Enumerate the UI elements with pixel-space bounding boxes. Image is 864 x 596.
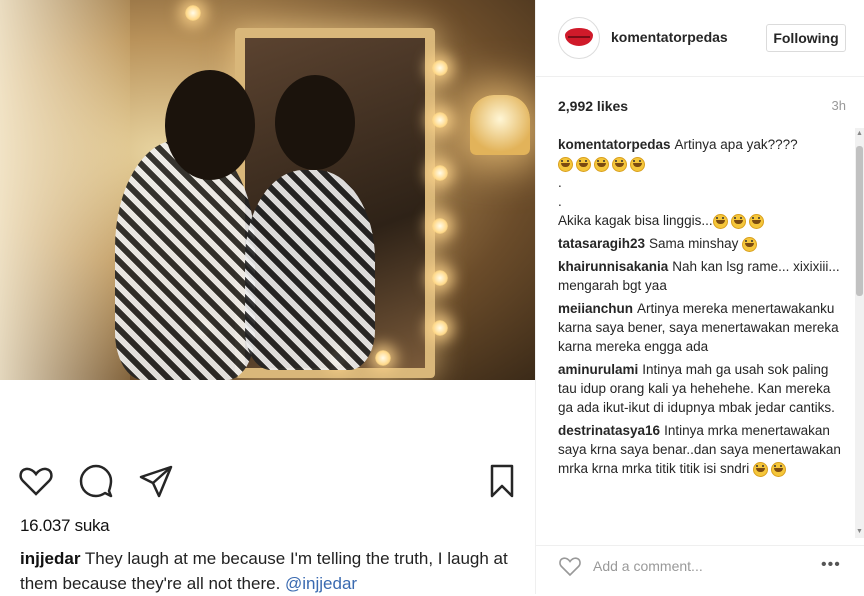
photo-bulb bbox=[432, 60, 448, 76]
photo-hair bbox=[165, 70, 255, 180]
comment-username[interactable]: aminurulami bbox=[558, 362, 638, 377]
caption-mention[interactable]: @injjedar bbox=[285, 574, 357, 593]
comment-username[interactable]: khairunnisakania bbox=[558, 259, 668, 274]
list-item: aminurulami Intinya mah ga usah sok palin… bbox=[558, 360, 848, 417]
comment-text: Sama minshay bbox=[649, 236, 739, 251]
post-media-column: 16.037 suka injjedar They laugh at me be… bbox=[0, 0, 535, 594]
following-button[interactable]: Following bbox=[766, 24, 846, 52]
comment-text: Akika kagak bisa linggis... bbox=[558, 213, 713, 228]
comment-username[interactable]: destrinatasya16 bbox=[558, 423, 660, 438]
crying-face-icon bbox=[712, 213, 728, 229]
post-caption: injjedar They laugh at me because I'm te… bbox=[20, 546, 525, 596]
photo-bulb bbox=[375, 350, 391, 366]
photo-bulb bbox=[432, 218, 448, 234]
bookmark-icon[interactable] bbox=[484, 463, 520, 499]
photo-bulb bbox=[185, 5, 201, 21]
scroll-up-icon[interactable]: ▲ bbox=[856, 130, 863, 138]
caption-text: They laugh at me because I'm telling the… bbox=[20, 549, 508, 593]
crying-face-icon bbox=[558, 156, 573, 172]
list-item: komentatorpedas Artinya apa yak???? . . A… bbox=[558, 135, 848, 230]
laughing-face-icon bbox=[771, 461, 787, 477]
comments-panel: komentatorpedas Following 2,992 likes 3h… bbox=[536, 0, 864, 594]
crying-face-icon bbox=[594, 156, 609, 172]
add-comment-bar: Add a comment... ••• bbox=[536, 545, 864, 595]
photo-reflection-hair bbox=[275, 75, 355, 170]
laughing-face-icon bbox=[742, 236, 758, 252]
scroll-down-icon[interactable]: ▼ bbox=[856, 528, 863, 536]
list-item: khairunnisakania Nah kan lsg rame... xixi… bbox=[558, 257, 848, 295]
list-item: meiianchun Artinya mereka menertawakanku … bbox=[558, 299, 848, 356]
comment-text: . bbox=[558, 194, 562, 209]
crying-face-icon bbox=[748, 213, 764, 229]
list-item: tatasaragih23 Sama minshay bbox=[558, 234, 848, 253]
comment-username[interactable]: tatasaragih23 bbox=[558, 236, 645, 251]
scrollbar-thumb[interactable] bbox=[856, 146, 863, 296]
avatar[interactable] bbox=[558, 17, 600, 59]
post-time: 3h bbox=[831, 98, 846, 113]
heart-icon[interactable] bbox=[558, 554, 582, 578]
comment-username[interactable]: meiianchun bbox=[558, 301, 633, 316]
more-options-icon[interactable]: ••• bbox=[821, 556, 841, 574]
post-photo[interactable] bbox=[0, 0, 535, 380]
post-likes-count: 16.037 suka bbox=[20, 516, 110, 535]
photo-reflection bbox=[245, 170, 375, 370]
comment-username[interactable]: komentatorpedas bbox=[558, 137, 671, 152]
photo-bulb bbox=[432, 165, 448, 181]
crying-face-icon bbox=[576, 156, 591, 172]
post-header: komentatorpedas Following bbox=[536, 0, 864, 77]
comment-text: Artinya apa yak???? bbox=[674, 137, 798, 152]
crying-face-icon bbox=[730, 213, 746, 229]
photo-figure bbox=[115, 140, 255, 380]
header-username[interactable]: komentatorpedas bbox=[611, 29, 728, 45]
photo-bulb bbox=[432, 112, 448, 128]
crying-face-icon bbox=[630, 156, 645, 172]
likes-count[interactable]: 2,992 likes bbox=[558, 98, 628, 114]
lips-line bbox=[568, 36, 590, 38]
list-item: destrinatasya16 Intinya mrka menertawakan… bbox=[558, 421, 848, 478]
like-heart-icon[interactable] bbox=[18, 463, 54, 499]
caption-username[interactable]: injjedar bbox=[20, 549, 80, 568]
comment-bubble-icon[interactable] bbox=[78, 463, 114, 499]
comments-scrollbar[interactable]: ▲ ▼ bbox=[855, 128, 864, 538]
comment-text: . bbox=[558, 175, 562, 190]
crying-face-icon bbox=[612, 156, 627, 172]
photo-bulb bbox=[432, 270, 448, 286]
photo-bulb bbox=[432, 320, 448, 336]
photo-lamp bbox=[470, 95, 530, 155]
share-arrow-icon[interactable] bbox=[138, 463, 174, 499]
comments-list: komentatorpedas Artinya apa yak???? . . A… bbox=[558, 135, 848, 530]
comment-input[interactable]: Add a comment... bbox=[593, 558, 703, 574]
laughing-face-icon bbox=[753, 461, 769, 477]
photo-blur-light bbox=[0, 0, 130, 380]
